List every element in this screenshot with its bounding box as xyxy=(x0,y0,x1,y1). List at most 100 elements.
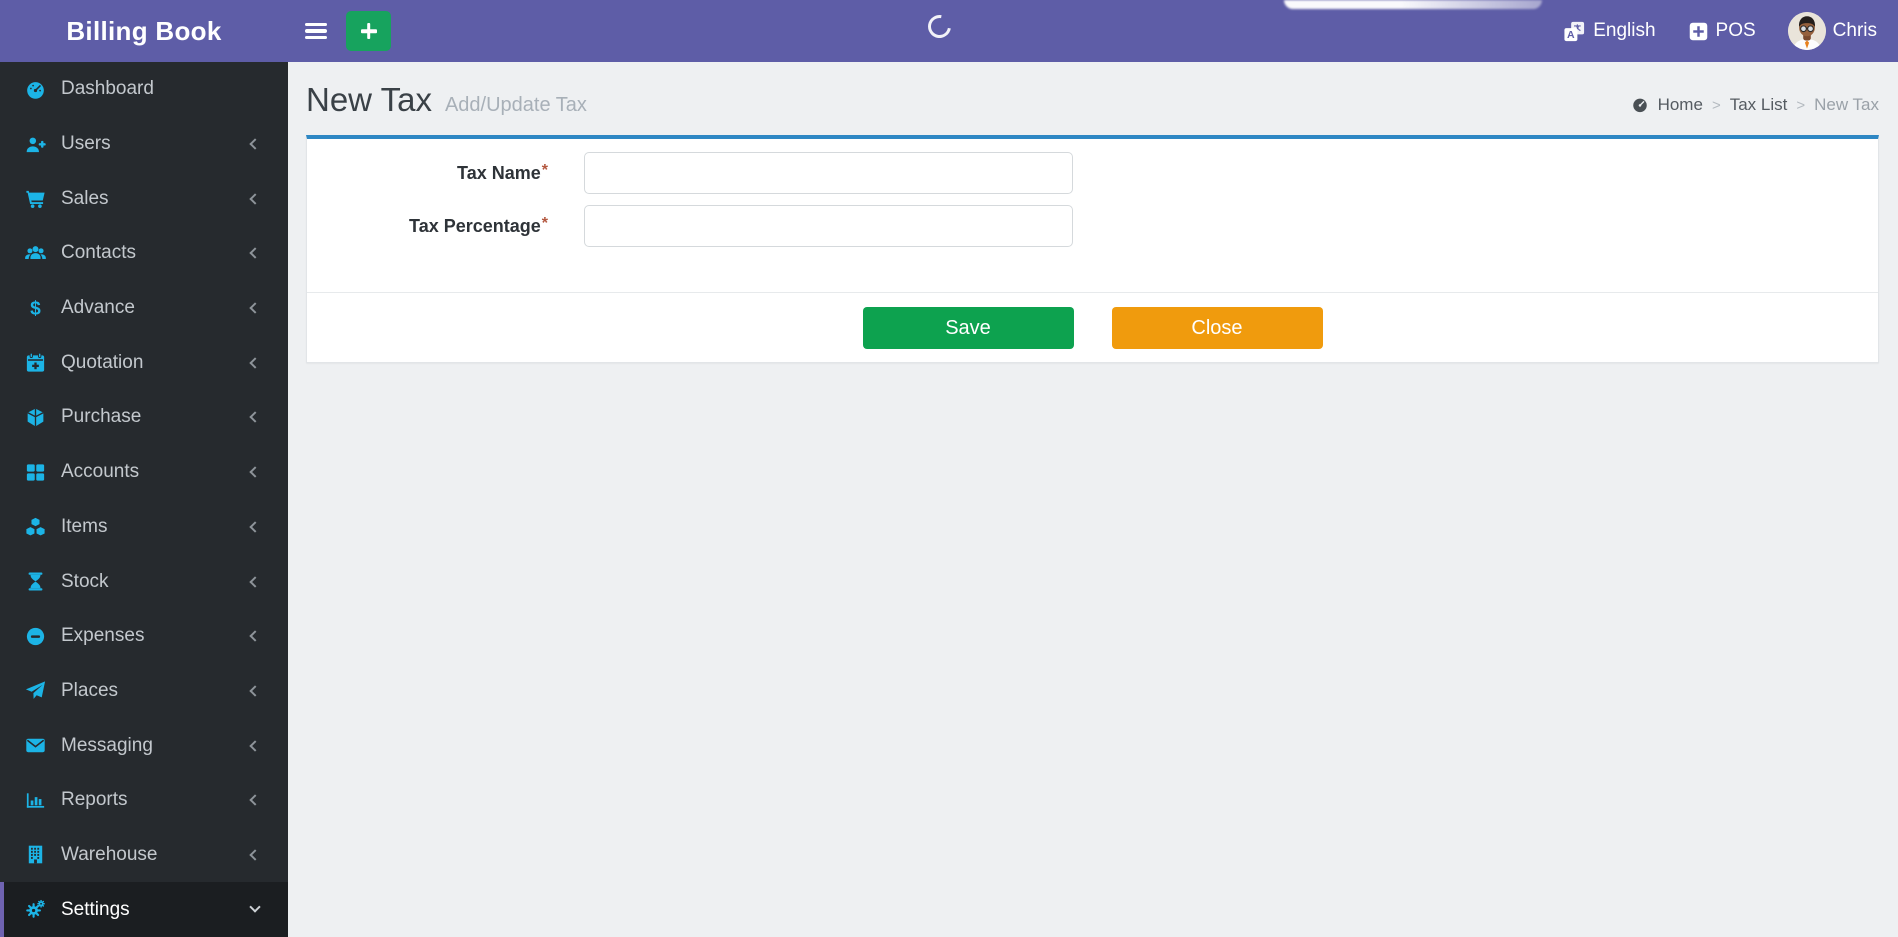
sidebar-item-label: Purchase xyxy=(61,406,142,428)
sidebar-item-sales[interactable]: Sales xyxy=(0,171,288,226)
pos-button[interactable]: POS xyxy=(1688,20,1756,42)
save-button[interactable]: Save xyxy=(862,307,1074,349)
sidebar-item-label: Reports xyxy=(61,789,128,811)
sidebar-item-label: Sales xyxy=(61,187,109,209)
white-glare-artifact xyxy=(1284,0,1542,9)
svg-text:$: $ xyxy=(30,298,41,319)
tax-name-input[interactable] xyxy=(584,152,1073,194)
chevron-left-icon xyxy=(249,849,261,861)
breadcrumb-home[interactable]: Home xyxy=(1658,95,1703,115)
close-button[interactable]: Close xyxy=(1111,307,1323,349)
topbar-right-group: A English POS Chris xyxy=(1563,12,1898,50)
sidebar-item-label: Dashboard xyxy=(61,78,154,100)
quick-add-button[interactable] xyxy=(346,11,391,51)
dollar-icon: $ xyxy=(22,296,48,320)
sidebar-item-expenses[interactable]: Expenses xyxy=(0,609,288,664)
sidebar-item-label: Settings xyxy=(61,898,130,920)
sidebar-item-reports[interactable]: Reports xyxy=(0,773,288,828)
chevron-left-icon xyxy=(249,466,261,478)
sidebar-item-label: Items xyxy=(61,515,108,537)
sidebar-item-label: Quotation xyxy=(61,351,144,373)
sidebar-item-places[interactable]: Places xyxy=(0,664,288,719)
sidebar-item-users[interactable]: Users xyxy=(0,117,288,172)
pos-label: POS xyxy=(1715,20,1756,41)
bar-chart-icon xyxy=(22,788,48,812)
breadcrumb: Home > Tax List > New Tax xyxy=(1631,95,1879,115)
chevron-left-icon xyxy=(249,794,261,806)
loading-spinner-icon xyxy=(923,10,956,43)
sidebar-item-label: Places xyxy=(61,679,119,701)
sidebar-item-label: Users xyxy=(61,133,111,155)
envelope-icon xyxy=(22,734,48,758)
form-row-tax-percentage: Tax Percentage* xyxy=(307,205,1878,247)
tax-form-footer: Save Close xyxy=(307,292,1878,362)
topbar: Billing Book A English POS Chris xyxy=(0,0,1898,62)
shopping-cart-icon xyxy=(22,187,48,211)
sidebar-item-advance[interactable]: $ Advance xyxy=(0,281,288,336)
sidebar-item-dashboard[interactable]: Dashboard xyxy=(0,62,288,117)
sidebar-item-contacts[interactable]: Contacts xyxy=(0,226,288,281)
hamburger-icon xyxy=(305,22,327,26)
tax-form-card: Tax Name* Tax Percentage* Save Close xyxy=(306,135,1879,363)
grid-icon xyxy=(22,460,48,484)
user-menu[interactable]: Chris xyxy=(1787,12,1877,50)
tax-percentage-input[interactable] xyxy=(584,205,1073,247)
sidebar-item-messaging[interactable]: Messaging xyxy=(0,718,288,773)
cubes-icon xyxy=(22,515,48,539)
sidebar-item-purchase[interactable]: Purchase xyxy=(0,390,288,445)
main-content: New Tax Add/Update Tax Home > Tax List >… xyxy=(288,62,1898,937)
required-asterisk: * xyxy=(541,215,548,232)
breadcrumb-tax-list[interactable]: Tax List xyxy=(1730,95,1788,115)
plus-square-icon xyxy=(1688,21,1709,42)
dashboard-gauge-icon xyxy=(1631,96,1649,114)
page-title: New Tax xyxy=(306,81,432,118)
page-titles: New Tax Add/Update Tax xyxy=(306,81,587,119)
calendar-plus-icon xyxy=(22,351,48,375)
sidebar-item-warehouse[interactable]: Warehouse xyxy=(0,828,288,883)
hourglass-icon xyxy=(22,570,48,594)
breadcrumb-separator: > xyxy=(1711,96,1721,114)
chevron-down-icon xyxy=(249,901,261,913)
sidebar-item-label: Messaging xyxy=(61,734,153,756)
breadcrumb-current: New Tax xyxy=(1814,95,1879,114)
language-label: English xyxy=(1593,20,1656,41)
form-row-tax-name: Tax Name* xyxy=(307,152,1878,194)
chevron-left-icon xyxy=(249,302,261,314)
sidebar-item-label: Stock xyxy=(61,570,109,592)
chevron-left-icon xyxy=(249,739,261,752)
tax-name-label: Tax Name* xyxy=(457,162,548,183)
required-asterisk: * xyxy=(541,162,548,179)
menu-toggle-button[interactable] xyxy=(305,21,329,41)
chevron-left-icon xyxy=(249,411,261,424)
sidebar-item-label: Accounts xyxy=(61,461,140,483)
sidebar-item-quotation[interactable]: Quotation xyxy=(0,335,288,390)
tax-percentage-label: Tax Percentage* xyxy=(409,215,548,236)
sidebar-item-accounts[interactable]: Accounts xyxy=(0,445,288,500)
sidebar-item-items[interactable]: Items xyxy=(0,500,288,555)
svg-text:A: A xyxy=(1567,28,1575,40)
sidebar-item-stock[interactable]: Stock xyxy=(0,554,288,609)
chevron-left-icon xyxy=(249,357,261,369)
sidebar-item-label: Expenses xyxy=(61,625,145,647)
user-plus-icon xyxy=(22,132,48,156)
cube-icon xyxy=(22,405,48,429)
chevron-left-icon xyxy=(249,575,261,588)
minus-circle-icon xyxy=(22,624,48,648)
sidebar-item-settings[interactable]: Settings xyxy=(0,882,288,937)
tax-form-body: Tax Name* Tax Percentage* xyxy=(307,139,1878,292)
brand: Billing Book xyxy=(66,15,222,46)
language-icon: A xyxy=(1563,20,1586,43)
sidebar-item-label: Advance xyxy=(61,297,135,319)
chevron-left-icon xyxy=(249,685,261,697)
language-menu[interactable]: A English xyxy=(1563,20,1656,43)
chevron-left-icon xyxy=(249,193,261,205)
chevron-left-icon xyxy=(249,138,261,150)
cogs-icon xyxy=(22,898,48,922)
sidebar: Dashboard Users Sales Contacts $ Advance Quota… xyxy=(0,62,288,937)
users-icon xyxy=(22,241,48,265)
page-subtitle: Add/Update Tax xyxy=(444,94,587,116)
page-header: New Tax Add/Update Tax Home > Tax List >… xyxy=(306,76,1879,124)
breadcrumb-separator: > xyxy=(1796,96,1806,114)
chevron-left-icon xyxy=(249,521,261,533)
chevron-left-icon xyxy=(249,247,261,260)
